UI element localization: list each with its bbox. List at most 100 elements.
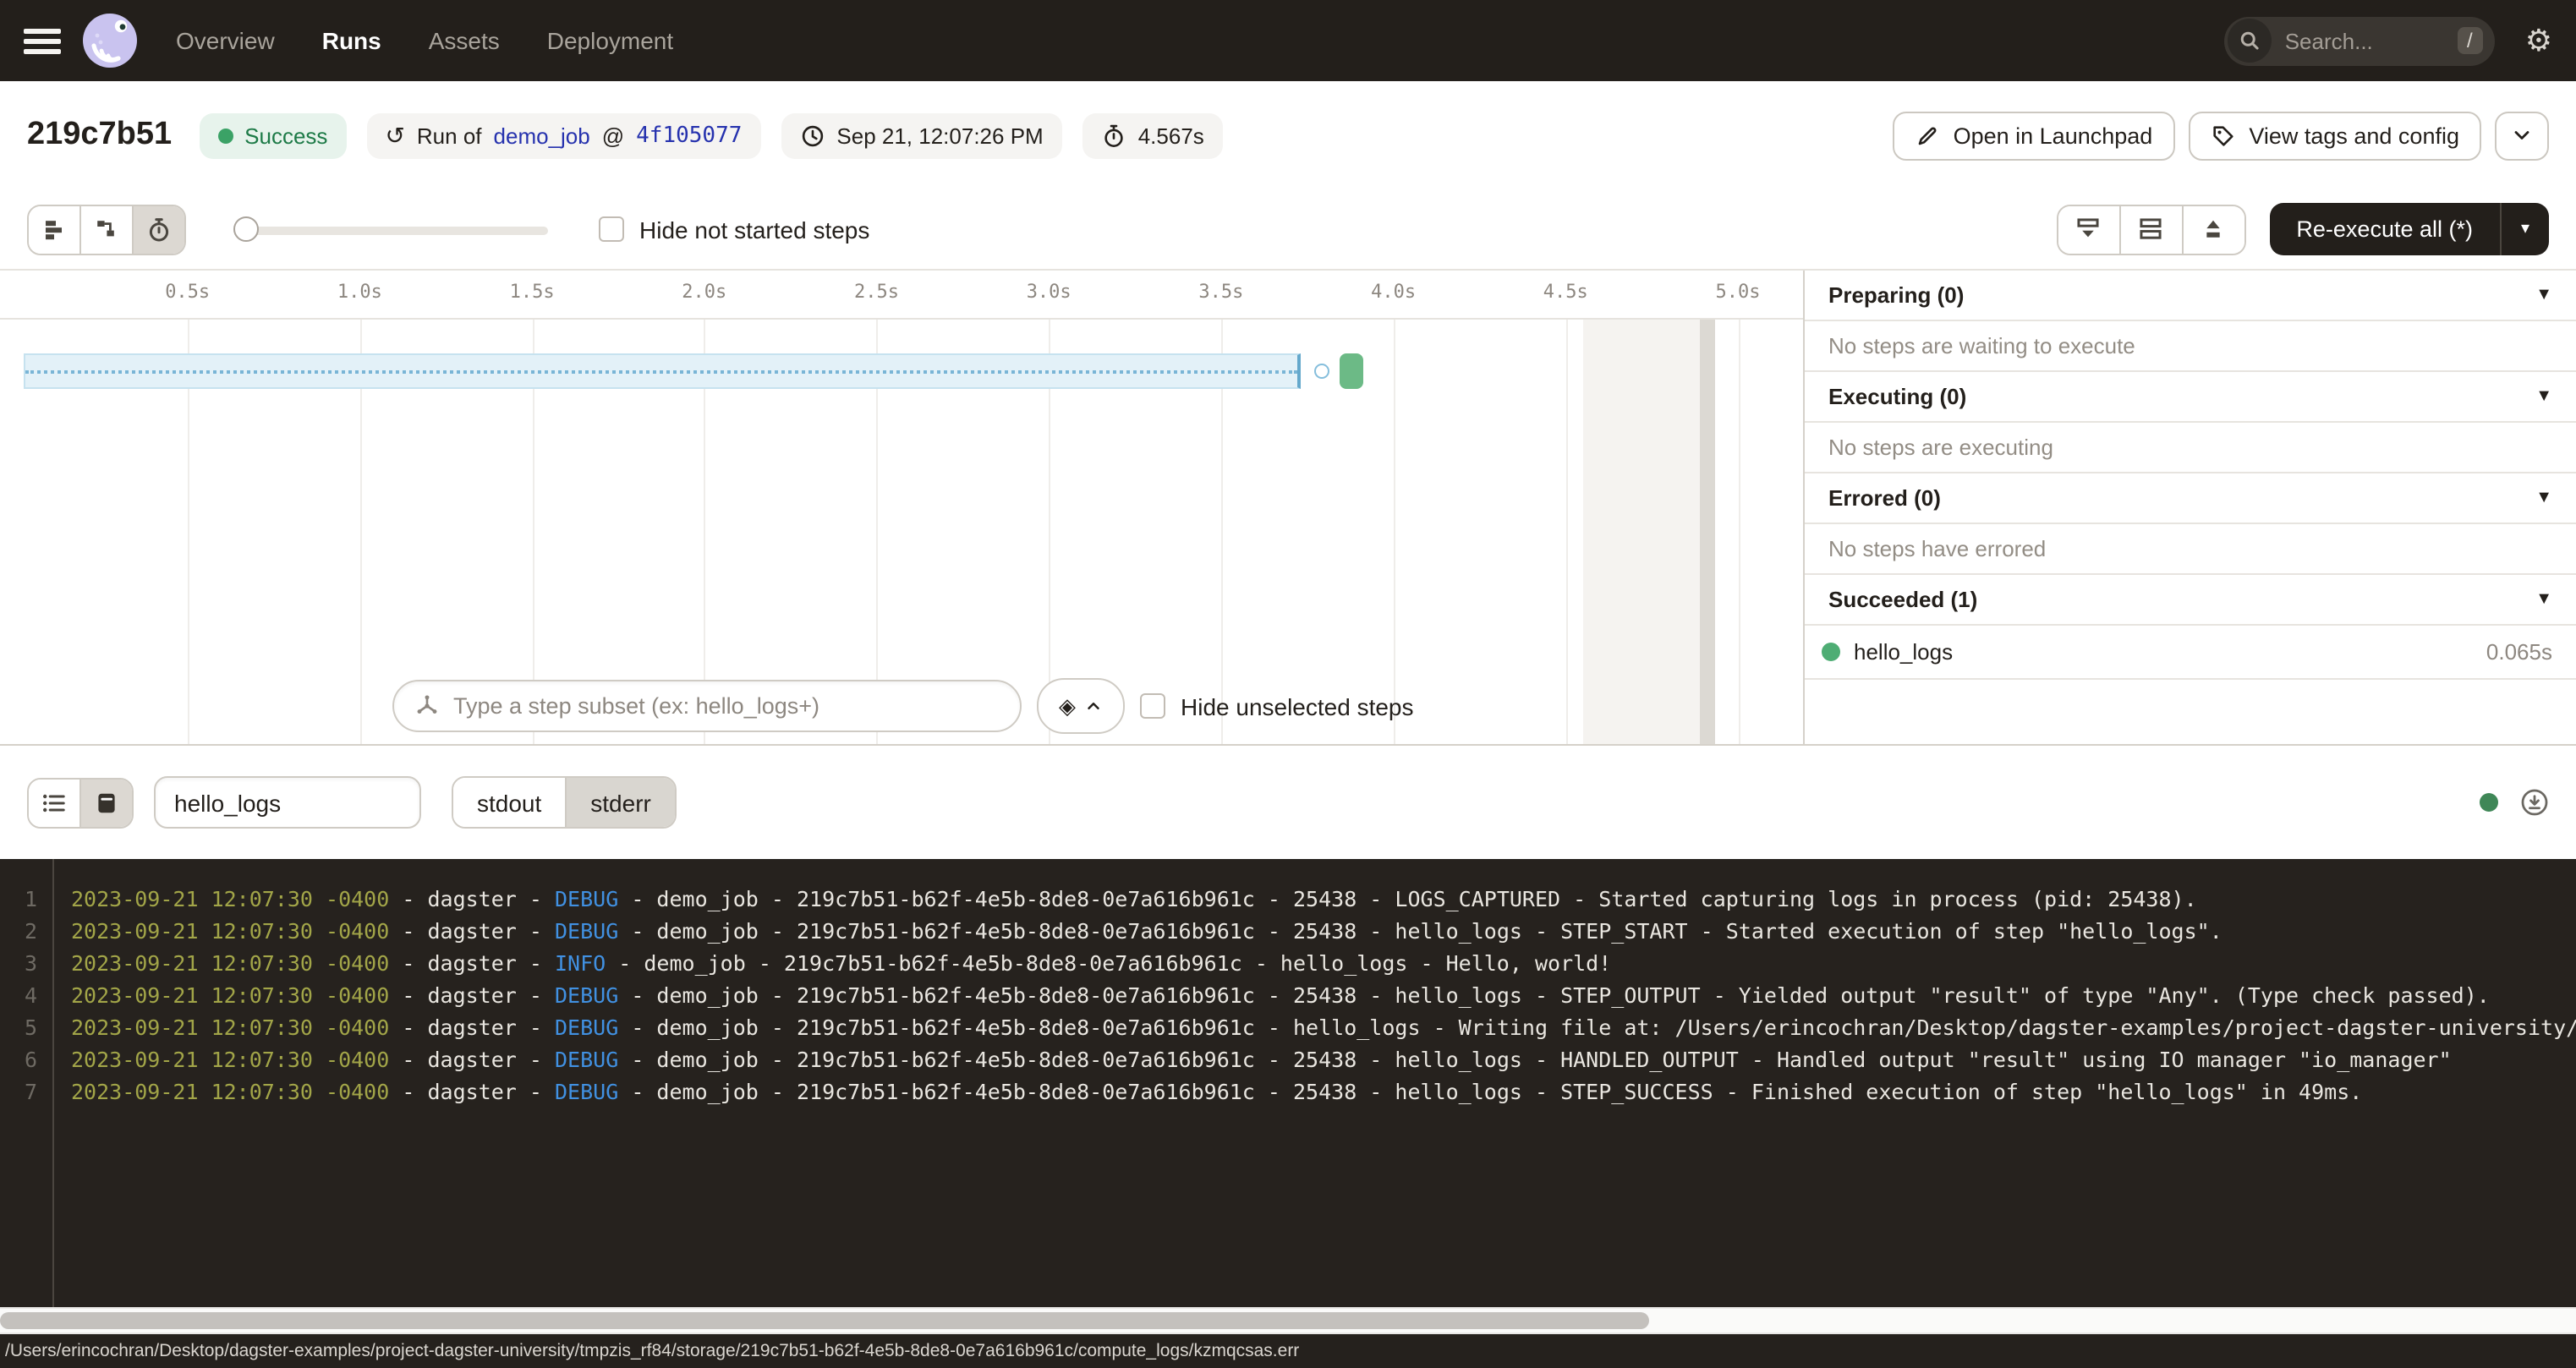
gantt-vertical-scrollbar[interactable] [1700, 320, 1715, 744]
clock-icon [799, 123, 825, 148]
section-title: Executing (0) [1828, 384, 1966, 409]
log-filter-value: hello_logs [174, 789, 281, 816]
section-preparing-header[interactable]: Preparing (0) ▼ [1805, 271, 2576, 321]
axis-tick-label: 1.0s [337, 281, 382, 303]
timed-view-button[interactable] [132, 205, 184, 253]
axis-tick-label: 2.5s [854, 281, 899, 303]
search-placeholder: Search... [2285, 28, 2457, 53]
menu-icon[interactable] [24, 28, 61, 53]
search-input[interactable]: Search... / [2224, 16, 2495, 65]
run-duration: 4.567s [1138, 123, 1204, 148]
waterfall-view-button[interactable] [79, 205, 132, 253]
log-rows: 12023-09-21 12:07:30 -0400 - dagster - D… [0, 859, 2576, 1108]
slider-knob[interactable] [233, 216, 259, 241]
caret-down-icon: ▼ [2535, 489, 2552, 507]
caret-down-icon: ▼ [2535, 590, 2552, 609]
axis-tick-label: 0.5s [165, 281, 210, 303]
top-nav: Overview Runs Assets Deployment Search..… [0, 0, 2576, 81]
hide-unselected-checkbox-row[interactable]: Hide unselected steps [1140, 692, 1414, 720]
section-title: Succeeded (1) [1828, 587, 1977, 612]
panel-down-icon [2074, 215, 2102, 244]
section-executing-header[interactable]: Executing (0) ▼ [1805, 372, 2576, 423]
list-view-icon [41, 789, 68, 816]
axis-tick-label: 3.5s [1198, 281, 1243, 303]
tab-stderr[interactable]: stderr [565, 778, 675, 827]
step-duration: 0.065s [2486, 639, 2552, 665]
log-line: 52023-09-21 12:07:30 -0400 - dagster - D… [0, 1011, 2576, 1043]
tag-icon [2210, 123, 2235, 148]
graph-query-toggle-button[interactable]: ◈ [1037, 678, 1125, 734]
log-path-statusbar: /Users/erincochran/Desktop/dagster-examp… [0, 1334, 2576, 1368]
section-errored-empty: No steps have errored [1805, 524, 2576, 575]
run-of-label: Run of [417, 123, 482, 148]
nav-item-assets[interactable]: Assets [429, 27, 500, 54]
slider-track [233, 226, 548, 234]
section-errored-header[interactable]: Errored (0) ▼ [1805, 473, 2576, 524]
nav-item-deployment[interactable]: Deployment [547, 27, 673, 54]
dagster-logo[interactable] [81, 12, 139, 69]
horizontal-scrollbar[interactable] [0, 1307, 2576, 1334]
step-marker-circle[interactable] [1313, 364, 1329, 379]
gantt-toolbar: Hide not started steps Re-execute all (*… [0, 189, 2576, 271]
duration-pill: 4.567s [1082, 112, 1223, 158]
gantt-axis: 0.5s1.0s1.5s2.0s2.5s3.0s3.5s4.0s4.5s5.0s [0, 271, 1803, 320]
settings-gear-icon[interactable]: ⚙ [2525, 25, 2552, 56]
log-line: 12023-09-21 12:07:30 -0400 - dagster - D… [0, 883, 2576, 915]
nav-item-runs[interactable]: Runs [322, 27, 381, 54]
caret-down-icon: ▼ [2535, 286, 2552, 304]
waterfall-view-icon [93, 216, 120, 243]
step-status-sidebar: Preparing (0) ▼ No steps are waiting to … [1803, 271, 2576, 744]
op-selector-icon [414, 693, 440, 719]
section-succeeded-header[interactable]: Succeeded (1) ▼ [1805, 575, 2576, 626]
search-shortcut-key: / [2457, 27, 2483, 54]
log-toolbar: hello_logs stdout stderr [0, 746, 2576, 859]
view-tags-config-label: View tags and config [2249, 123, 2459, 148]
axis-tick-label: 5.0s [1716, 281, 1761, 303]
horizontal-scrollbar-thumb[interactable] [0, 1312, 1648, 1329]
chevron-up-icon [1084, 697, 1103, 715]
step-success-bar[interactable] [1340, 353, 1364, 389]
header-more-dropdown-button[interactable] [2495, 111, 2549, 160]
view-tags-config-button[interactable]: View tags and config [2188, 111, 2481, 160]
step-subset-controls: Type a step subset (ex: hello_logs+) ◈ H… [392, 678, 1414, 734]
job-link[interactable]: demo_job [494, 123, 590, 148]
hide-unselected-checkbox[interactable] [1140, 693, 1165, 719]
raw-log-view-button[interactable] [79, 779, 132, 826]
reexecute-all-label: Re-execute all (*) [2269, 203, 2500, 255]
status-badge: Success [199, 112, 346, 158]
download-log-icon[interactable] [2520, 788, 2549, 817]
gridline [1565, 320, 1567, 744]
nav-links: Overview Runs Assets Deployment [176, 27, 673, 54]
history-icon: ↺ [385, 123, 404, 147]
reexecute-dropdown-chevron-icon[interactable]: ▾ [2502, 203, 2549, 255]
reexecute-all-button[interactable]: Re-execute all (*) ▾ [2269, 203, 2549, 255]
axis-tick-label: 4.0s [1371, 281, 1416, 303]
axis-tick-label: 2.0s [682, 281, 726, 303]
log-output-panel: 12023-09-21 12:07:30 -0400 - dagster - D… [0, 859, 2576, 1307]
nav-item-overview[interactable]: Overview [176, 27, 275, 54]
axis-tick-label: 4.5s [1543, 281, 1588, 303]
axis-tick-label: 3.0s [1027, 281, 1072, 303]
hide-not-started-checkbox[interactable] [599, 216, 624, 242]
hide-not-started-checkbox-row[interactable]: Hide not started steps [599, 216, 869, 243]
flat-view-button[interactable] [29, 205, 79, 253]
expand-bottom-panel-button[interactable] [2058, 205, 2118, 253]
commit-link[interactable]: 4f105077 [636, 123, 742, 148]
stdout-stderr-tabs: stdout stderr [452, 776, 677, 829]
split-panels-icon [2136, 215, 2165, 244]
caret-down-icon: ▼ [2535, 387, 2552, 406]
succeeded-step-row[interactable]: hello_logs 0.065s [1805, 626, 2576, 680]
log-line: 62023-09-21 12:07:30 -0400 - dagster - D… [0, 1043, 2576, 1075]
step-subset-input[interactable]: Type a step subset (ex: hello_logs+) [392, 680, 1022, 732]
event-list-view-button[interactable] [29, 779, 79, 826]
open-in-launchpad-button[interactable]: Open in Launchpad [1893, 111, 2175, 160]
gantt-zoom-slider[interactable] [233, 216, 548, 243]
tab-stdout[interactable]: stdout [453, 778, 565, 827]
expand-top-panel-button[interactable] [2181, 205, 2244, 253]
step-waiting-bar[interactable] [24, 353, 1300, 389]
split-panels-button[interactable] [2118, 205, 2181, 253]
section-title: Errored (0) [1828, 485, 1941, 511]
log-filter-input[interactable]: hello_logs [154, 776, 421, 829]
stopwatch-icon [1101, 123, 1126, 148]
log-line: 32023-09-21 12:07:30 -0400 - dagster - I… [0, 947, 2576, 979]
